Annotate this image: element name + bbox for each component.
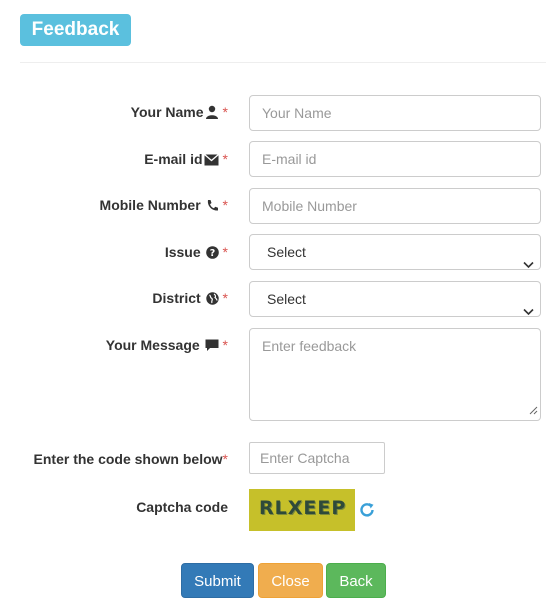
district-label-text: District (152, 290, 201, 306)
captcha-input-placeholder: Enter Captcha (260, 450, 350, 466)
globe-icon (205, 292, 219, 308)
message-label-text: Your Message (105, 337, 200, 353)
phone-icon (206, 199, 219, 215)
email-label: E-mail id * (144, 151, 228, 169)
refresh-icon[interactable] (358, 501, 376, 524)
submit-button[interactable]: Submit (181, 563, 254, 598)
required-mark: * (222, 451, 228, 467)
feedback-title: Feedback (20, 14, 131, 46)
name-input[interactable] (249, 95, 541, 131)
comment-icon (205, 339, 219, 355)
district-select[interactable]: Select (249, 281, 541, 317)
captcha-code-text: RLXEEP (259, 497, 347, 519)
required-mark: * (222, 337, 228, 353)
required-mark: * (222, 290, 228, 306)
message-label: Your Message * (106, 337, 228, 355)
issue-select[interactable]: Select (249, 234, 541, 270)
district-select-value: Select (267, 291, 306, 307)
mobile-label-text: Mobile Number (99, 197, 201, 213)
required-mark: * (222, 151, 228, 167)
captcha-entry-label: Enter the code shown below* (34, 451, 228, 467)
mobile-input[interactable] (249, 188, 541, 224)
email-label-text: E-mail id (144, 151, 203, 167)
envelope-icon (203, 153, 219, 169)
captcha-code-label: Captcha code (136, 499, 228, 515)
required-mark: * (222, 197, 228, 213)
captcha-image: RLXEEP (249, 489, 355, 531)
header-divider (20, 62, 546, 63)
required-mark: * (222, 244, 228, 260)
issue-select-value: Select (267, 244, 306, 260)
svg-text:?: ? (209, 248, 215, 259)
question-circle-icon: ? (205, 246, 219, 262)
message-placeholder: Enter feedback (262, 338, 357, 354)
required-mark: * (222, 104, 228, 120)
chevron-down-icon (523, 247, 534, 281)
close-button[interactable]: Close (258, 563, 323, 598)
captcha-input[interactable]: Enter Captcha (249, 442, 385, 474)
issue-label: Issue ? * (165, 244, 228, 262)
captcha-entry-label-text: Enter the code shown below (33, 451, 223, 467)
message-textarea[interactable]: Enter feedback (249, 328, 541, 421)
user-icon (205, 105, 219, 122)
district-label: District * (152, 290, 228, 308)
name-label: Your Name * (131, 104, 228, 122)
issue-label-text: Issue (164, 244, 201, 260)
back-button[interactable]: Back (326, 563, 386, 598)
resize-handle-icon[interactable] (529, 402, 538, 418)
chevron-down-icon (523, 294, 534, 328)
name-label-text: Your Name (130, 104, 204, 120)
mobile-label: Mobile Number * (100, 197, 228, 215)
email-input[interactable] (249, 141, 541, 177)
